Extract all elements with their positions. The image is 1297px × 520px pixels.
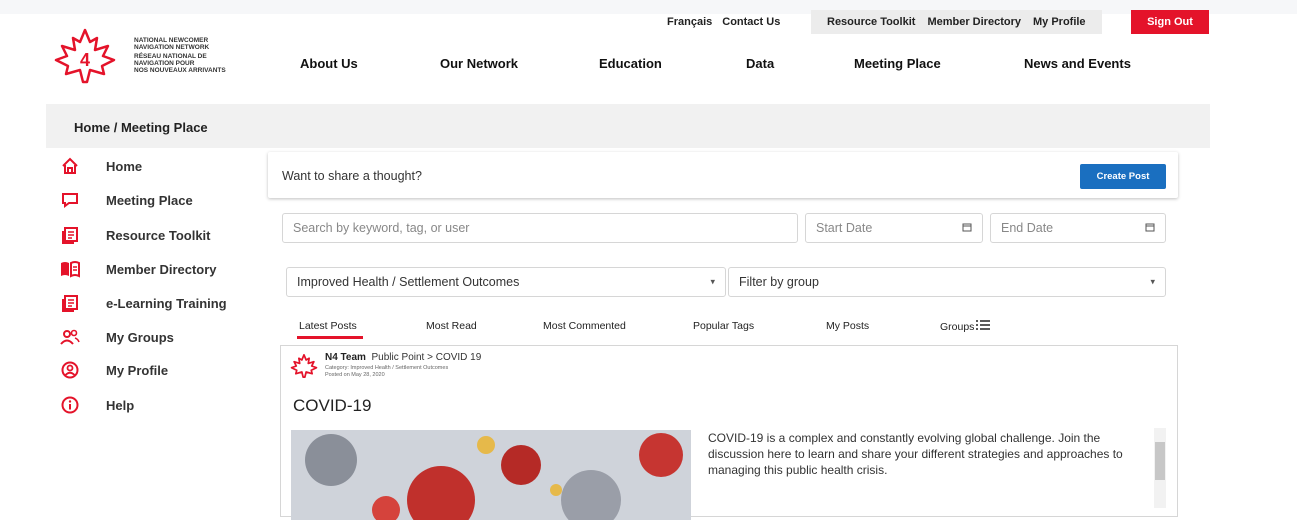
- book-icon: [60, 259, 80, 279]
- chevron-down-icon: ▾: [710, 276, 715, 287]
- tab-most-read[interactable]: Most Read: [426, 320, 477, 332]
- resource-toolkit-link[interactable]: Resource Toolkit: [827, 16, 915, 28]
- category-select[interactable]: Improved Health / Settlement Outcomes ▾: [286, 267, 726, 297]
- sidebar-item-e-learning[interactable]: e-Learning Training: [60, 292, 227, 314]
- utility-nav: Français Contact Us: [667, 10, 790, 34]
- nav-meeting-place[interactable]: Meeting Place: [854, 56, 941, 71]
- end-date-field[interactable]: End Date: [990, 213, 1166, 243]
- chevron-down-icon: ▾: [1150, 276, 1155, 287]
- post-excerpt: COVID-19 is a complex and constantly evo…: [708, 431, 1123, 477]
- logo-text: NATIONAL NEWCOMER NAVIGATION NETWORK RÉSE…: [134, 37, 226, 74]
- sidebar-item-meeting-place[interactable]: Meeting Place: [60, 189, 193, 211]
- post-card[interactable]: N4 Team Public Point > COVID 19 Category…: [280, 345, 1178, 520]
- sidebar-item-help[interactable]: Help: [60, 394, 134, 416]
- member-nav: Resource Toolkit Member Directory My Pro…: [811, 10, 1102, 34]
- list-icon: [976, 320, 991, 333]
- breadcrumb[interactable]: Home / Meeting Place: [74, 120, 208, 135]
- scrollbar-thumb[interactable]: [1155, 442, 1165, 480]
- active-tab-indicator: [297, 336, 363, 339]
- logo[interactable]: 4 NATIONAL NEWCOMER NAVIGATION NETWORK RÉ…: [50, 28, 250, 84]
- composer-prompt[interactable]: Want to share a thought?: [282, 169, 422, 183]
- sidebar-item-resource-toolkit[interactable]: Resource Toolkit: [60, 224, 211, 246]
- post-meta: Category: Improved Health / Settlement O…: [325, 365, 448, 379]
- post-location[interactable]: Public Point > COVID 19: [372, 352, 482, 363]
- profile-icon: [60, 360, 80, 380]
- post-author-line: N4 Team Public Point > COVID 19: [325, 352, 481, 363]
- post-author[interactable]: N4 Team: [325, 352, 366, 363]
- sidebar-item-home[interactable]: Home: [60, 155, 142, 177]
- nav-about-us[interactable]: About Us: [300, 56, 358, 71]
- tab-popular-tags[interactable]: Popular Tags: [693, 320, 754, 332]
- tab-groups[interactable]: Groups: [940, 320, 991, 333]
- nav-data[interactable]: Data: [746, 56, 774, 71]
- calendar-icon[interactable]: [1145, 222, 1155, 234]
- create-post-button[interactable]: Create Post: [1080, 164, 1166, 189]
- home-icon: [60, 156, 80, 176]
- calendar-icon[interactable]: [962, 222, 972, 234]
- sidebar-item-member-directory[interactable]: Member Directory: [60, 258, 217, 280]
- search-input[interactable]: Search by keyword, tag, or user: [282, 213, 798, 243]
- sidebar-item-my-groups[interactable]: My Groups: [60, 326, 174, 348]
- member-directory-link[interactable]: Member Directory: [927, 16, 1021, 28]
- post-composer[interactable]: Want to share a thought? Create Post: [268, 152, 1178, 198]
- tab-my-posts[interactable]: My Posts: [826, 320, 869, 332]
- tab-latest-posts[interactable]: Latest Posts: [299, 320, 357, 332]
- group-filter-select[interactable]: Filter by group ▾: [728, 267, 1166, 297]
- sign-out-button[interactable]: Sign Out: [1131, 10, 1209, 34]
- author-avatar-icon: [290, 354, 318, 378]
- info-icon: [60, 395, 80, 415]
- nav-education[interactable]: Education: [599, 56, 662, 71]
- sidebar-item-my-profile[interactable]: My Profile: [60, 359, 168, 381]
- maple-leaf-logo-icon: 4: [54, 28, 116, 84]
- group-icon: [60, 327, 80, 347]
- post-title[interactable]: COVID-19: [293, 396, 371, 416]
- top-strip: [0, 0, 1297, 14]
- tab-most-commented[interactable]: Most Commented: [543, 320, 626, 332]
- post-date: Posted on May 28, 2020: [325, 372, 385, 378]
- language-link[interactable]: Français: [667, 16, 712, 28]
- breadcrumb-bar: Home / Meeting Place: [46, 104, 1210, 148]
- contact-link[interactable]: Contact Us: [722, 16, 780, 28]
- document-icon: [60, 225, 80, 245]
- post-scrollbar[interactable]: [1154, 428, 1166, 508]
- start-date-field[interactable]: Start Date: [805, 213, 983, 243]
- logo-mark: 4: [80, 50, 90, 70]
- chat-icon: [60, 190, 80, 210]
- my-profile-link[interactable]: My Profile: [1033, 16, 1086, 28]
- nav-our-network[interactable]: Our Network: [440, 56, 518, 71]
- nav-news-and-events[interactable]: News and Events: [1024, 56, 1131, 71]
- virus-image[interactable]: [291, 430, 691, 520]
- document-icon: [60, 293, 80, 313]
- post-category: Category: Improved Health / Settlement O…: [325, 365, 449, 371]
- search-placeholder: Search by keyword, tag, or user: [293, 221, 470, 235]
